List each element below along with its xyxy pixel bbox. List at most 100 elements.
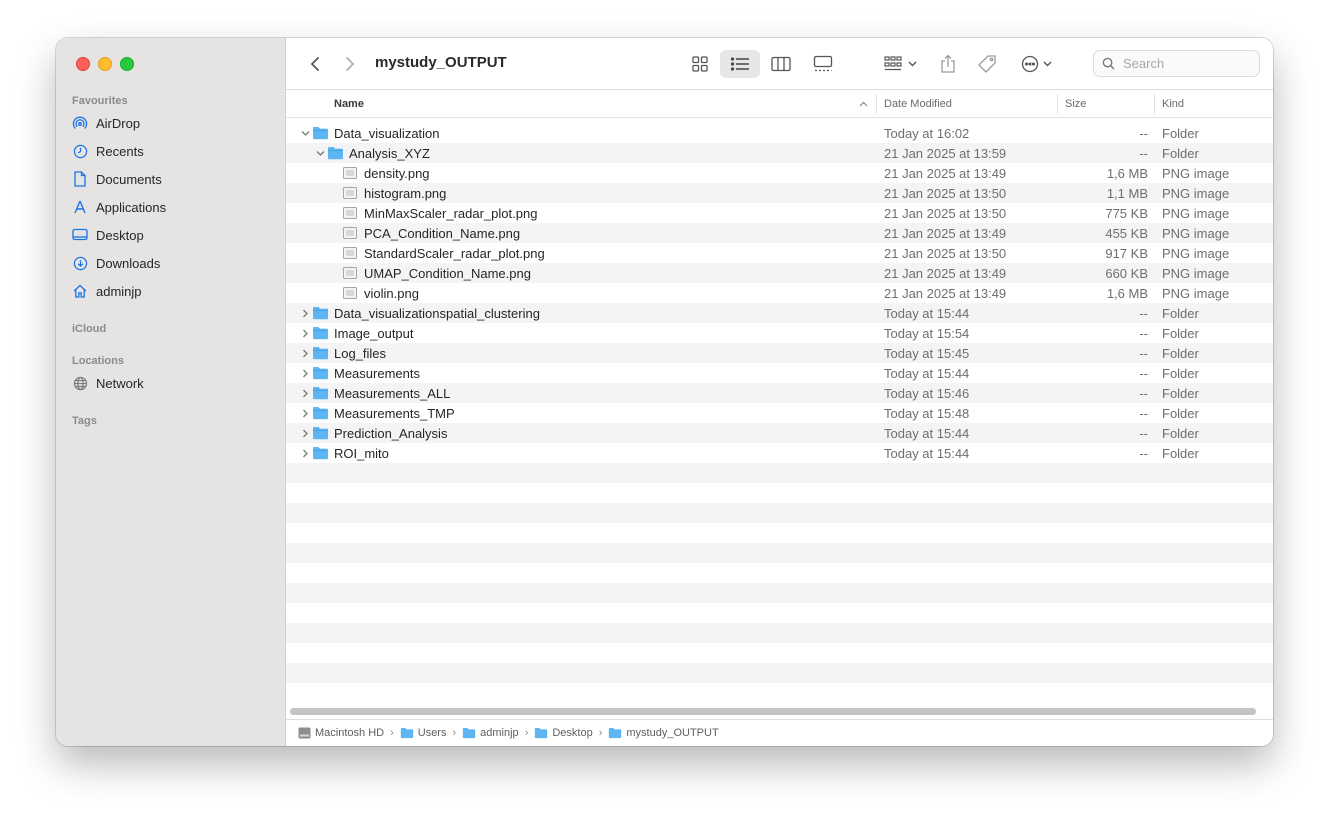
file-list: Data_visualization Today at 16:02 -- Folder… (286, 123, 1273, 463)
breadcrumb-item[interactable]: Macintosh HD (298, 727, 384, 739)
tag-button[interactable] (974, 50, 1000, 78)
row-kind: Folder (1162, 126, 1199, 141)
table-row[interactable]: Measurements Today at 15:44 -- Folder (286, 363, 1273, 383)
table-row[interactable]: UMAP_Condition_Name.png 21 Jan 2025 at 13… (286, 263, 1273, 283)
table-row[interactable]: Prediction_Analysis Today at 15:44 -- Folde… (286, 423, 1273, 443)
table-row[interactable]: Measurements_ALL Today at 15:46 -- Folder (286, 383, 1273, 403)
chevron-down-icon[interactable] (300, 127, 310, 139)
column-size-header[interactable]: Size (1065, 98, 1086, 110)
search-input[interactable] (1121, 55, 1255, 72)
chevron-right-icon[interactable] (300, 427, 310, 439)
column-kind-header[interactable]: Kind (1162, 98, 1184, 110)
table-row[interactable]: Measurements_TMP Today at 15:48 -- Folder (286, 403, 1273, 423)
chevron-right-icon[interactable] (300, 367, 310, 379)
column-divider[interactable] (1057, 94, 1058, 114)
row-size: -- (1139, 126, 1148, 141)
more-actions-button[interactable] (1016, 50, 1056, 78)
row-date: 21 Jan 2025 at 13:49 (884, 226, 1007, 241)
zoom-window-button[interactable] (120, 57, 134, 71)
table-row[interactable]: Analysis_XYZ 21 Jan 2025 at 13:59 -- Folder (286, 143, 1273, 163)
chevron-right-icon[interactable] (300, 447, 310, 459)
sidebar-item-desktop[interactable]: Desktop (72, 223, 272, 247)
minimize-window-button[interactable] (98, 57, 112, 71)
row-kind: PNG image (1162, 286, 1230, 301)
sidebar-item-adminjp[interactable]: adminjp (72, 279, 272, 303)
window-controls (76, 57, 134, 71)
table-row[interactable]: Data_visualization Today at 16:02 -- Folder (286, 123, 1273, 143)
table-row[interactable]: violin.png 21 Jan 2025 at 13:49 1,6 MB PNG … (286, 283, 1273, 303)
table-row[interactable]: Data_visualizationspatial_clustering Toda… (286, 303, 1273, 323)
home-icon (72, 283, 88, 299)
row-size: 455 KB (1105, 226, 1148, 241)
row-name: Image_output (334, 326, 414, 341)
horizontal-scrollbar[interactable] (290, 708, 1256, 715)
chevron-right-icon[interactable] (300, 347, 310, 359)
breadcrumb-label: mystudy_OUTPUT (626, 727, 719, 739)
sidebar-item-label: Downloads (96, 255, 161, 271)
empty-row-stripe (286, 543, 1273, 563)
path-bar: Macintosh HD › Users › adminjp › Desktop › mystu… (286, 719, 1273, 746)
table-row[interactable]: MinMaxScaler_radar_plot.png 21 Jan 2025 a… (286, 203, 1273, 223)
column-date-header[interactable]: Date Modified (884, 98, 952, 110)
sort-ascending-icon[interactable] (859, 101, 868, 107)
sidebar-item-label: AirDrop (96, 115, 141, 131)
table-row[interactable]: ROI_mito Today at 15:44 -- Folder (286, 443, 1273, 463)
table-row[interactable]: density.png 21 Jan 2025 at 13:49 1,6 MB PNG… (286, 163, 1273, 183)
close-window-button[interactable] (76, 57, 90, 71)
gallery-view-button[interactable] (808, 50, 838, 78)
column-view-button[interactable] (767, 50, 795, 78)
chevron-left-icon (310, 57, 319, 71)
row-kind: Folder (1162, 426, 1199, 441)
row-date: Today at 15:44 (884, 446, 970, 461)
breadcrumb-item[interactable]: Users (400, 727, 446, 739)
columns-icon (771, 56, 791, 72)
sidebar-section-tags[interactable]: Tags (72, 415, 97, 427)
sidebar-item-network[interactable]: Network (72, 371, 272, 395)
table-row[interactable]: Log_files Today at 15:45 -- Folder (286, 343, 1273, 363)
sidebar-item-label: Recents (96, 143, 144, 159)
table-row[interactable]: StandardScaler_radar_plot.png 21 Jan 2025… (286, 243, 1273, 263)
sidebar-item-recents[interactable]: Recents (72, 139, 272, 163)
list-view-button[interactable] (720, 50, 760, 78)
chevron-right-icon[interactable] (300, 387, 310, 399)
column-divider[interactable] (1154, 94, 1155, 114)
empty-row-stripe (286, 463, 1273, 483)
image-file-icon (343, 287, 357, 302)
sidebar-item-documents[interactable]: Documents (72, 167, 272, 191)
row-name: Prediction_Analysis (334, 426, 448, 441)
chevron-right-icon[interactable] (300, 307, 310, 319)
chevron-right-icon[interactable] (300, 327, 310, 339)
row-size: 1,6 MB (1106, 286, 1148, 301)
table-row[interactable]: Image_output Today at 15:54 -- Folder (286, 323, 1273, 343)
row-kind: PNG image (1162, 246, 1230, 261)
finder-window: Favourites AirDrop Recents Documents App… (56, 38, 1273, 746)
row-size: -- (1139, 326, 1148, 341)
group-by-button[interactable] (880, 50, 920, 78)
chevron-down-icon[interactable] (315, 147, 325, 159)
row-date: Today at 15:45 (884, 346, 970, 361)
share-button[interactable] (936, 50, 960, 78)
forward-button[interactable] (339, 52, 361, 76)
breadcrumb-item[interactable]: adminjp (462, 727, 519, 739)
column-divider[interactable] (876, 94, 877, 114)
sidebar-item-downloads[interactable]: Downloads (72, 251, 272, 275)
row-name: Analysis_XYZ (349, 146, 430, 161)
back-button[interactable] (304, 52, 326, 76)
row-kind: PNG image (1162, 206, 1230, 221)
table-row[interactable]: histogram.png 21 Jan 2025 at 13:50 1,1 MB P… (286, 183, 1273, 203)
breadcrumb-item[interactable]: Desktop (534, 727, 593, 739)
sidebar-section-icloud[interactable]: iCloud (72, 323, 106, 335)
sidebar-item-airdrop[interactable]: AirDrop (72, 111, 272, 135)
row-name: StandardScaler_radar_plot.png (364, 246, 545, 261)
chevron-right-icon[interactable] (300, 407, 310, 419)
table-row[interactable]: PCA_Condition_Name.png 21 Jan 2025 at 13:… (286, 223, 1273, 243)
sidebar-item-applications[interactable]: Applications (72, 195, 272, 219)
icon-view-button[interactable] (686, 50, 714, 78)
search-field[interactable] (1093, 50, 1260, 77)
breadcrumb-separator: › (524, 727, 529, 739)
ellipsis-circle-icon (1021, 55, 1038, 73)
breadcrumb-item[interactable]: mystudy_OUTPUT (608, 727, 719, 739)
row-size: -- (1139, 346, 1148, 361)
image-file-icon (343, 167, 357, 182)
column-name-header[interactable]: Name (334, 98, 364, 110)
